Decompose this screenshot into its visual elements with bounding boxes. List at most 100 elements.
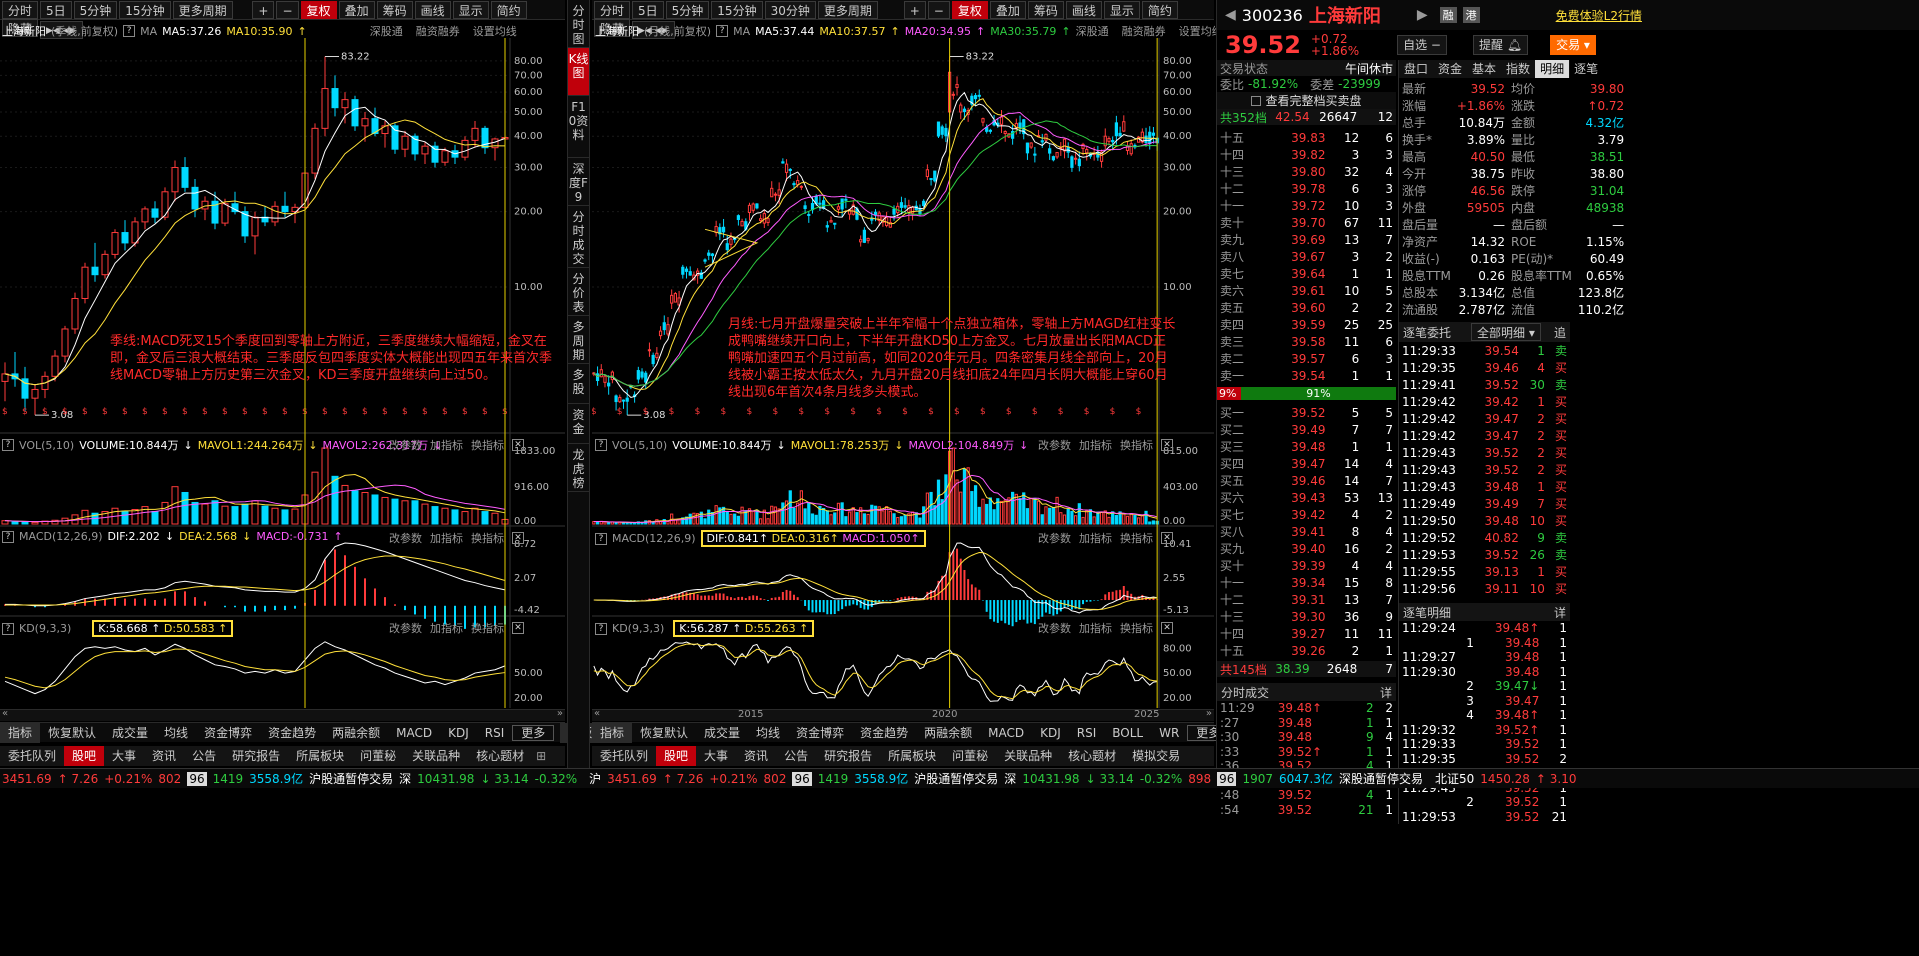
edit-params-link[interactable]: 改参数	[389, 437, 422, 453]
quote-tab-2[interactable]: 基本	[1467, 60, 1501, 78]
tab-events[interactable]: 大事	[104, 746, 144, 766]
more-periods-button[interactable]: 更多周期	[817, 1, 878, 19]
simple-button[interactable]: 简约	[1141, 1, 1178, 19]
period-5min[interactable]: 5分钟	[73, 1, 118, 19]
add-indicator-link[interactable]: 加指标	[430, 530, 463, 546]
zoom-out-button[interactable]: −	[927, 1, 950, 19]
zoom-in-button[interactable]: +	[903, 1, 926, 19]
l2-trial-link[interactable]: 免费体验L2行情	[1556, 7, 1642, 24]
buy-row[interactable]: 十一 39.34 15 8	[1217, 574, 1396, 591]
display-button[interactable]: 显示	[452, 1, 489, 19]
tab-sector[interactable]: 所属板块	[288, 746, 352, 766]
tab-indicator[interactable]: 指标	[592, 722, 633, 743]
buy-row[interactable]: 买六 39.43 53 13	[1217, 489, 1396, 506]
tab-news[interactable]: 资讯	[144, 746, 184, 766]
tab-research[interactable]: 研究报告	[224, 746, 288, 766]
tab-ma[interactable]: 均线	[156, 723, 196, 743]
sell-row[interactable]: 卖一 39.54 1 1	[1217, 367, 1396, 384]
tab-ask-secretary[interactable]: 问董秘	[352, 746, 404, 766]
left-chart-area[interactable]: 80.00 70.00 60.00 50.00 40.00 30.00 20.00 10.00…	[0, 38, 565, 713]
tab-announce[interactable]: 公告	[184, 746, 224, 766]
tab-kdj[interactable]: KDJ	[440, 723, 477, 743]
buy-row[interactable]: 买三 39.48 1 1	[1217, 438, 1396, 455]
change-indicator-link[interactable]: 换指标	[471, 530, 504, 546]
period-15min[interactable]: 15分钟	[711, 1, 763, 19]
help-icon[interactable]: ?	[2, 439, 14, 451]
vtab-multi-stock[interactable]: 多股	[568, 364, 589, 404]
tab-rsi[interactable]: RSI	[1069, 723, 1105, 743]
help-icon[interactable]: ?	[595, 439, 607, 451]
prev-stock-icon[interactable]: ◀	[1225, 7, 1236, 23]
scroll-right-icon[interactable]: »	[557, 708, 563, 719]
fq-button[interactable]: 复权	[300, 1, 337, 19]
sz-index-2[interactable]: 10431.98	[1022, 772, 1079, 786]
tab-margin[interactable]: 两融余额	[916, 723, 980, 743]
right-chart-area[interactable]: 80.00 70.00 60.00 50.00 40.00 30.00 20.00 10.00…	[592, 38, 1214, 713]
add-indicator-link[interactable]: 加指标	[1079, 620, 1112, 636]
expand-icon[interactable]: ⊞	[536, 749, 546, 763]
vtab-price-table[interactable]: 分价表	[568, 268, 589, 316]
edit-params-link[interactable]: 改参数	[1038, 620, 1071, 636]
buy-row[interactable]: 买十 39.39 4 4	[1217, 557, 1396, 574]
help-icon[interactable]: ?	[2, 530, 14, 543]
add-indicator-link[interactable]: 加指标	[1079, 530, 1112, 546]
link-sgt[interactable]: 深股通	[1076, 23, 1109, 39]
close-icon[interactable]: ✕	[512, 439, 524, 451]
vtab-f9[interactable]: 深度F9	[568, 158, 589, 206]
vtab-fund[interactable]: 资金	[568, 404, 589, 444]
vtab-ticks[interactable]: 分时成交	[568, 206, 589, 268]
simple-button[interactable]: 简约	[490, 1, 527, 19]
sell-row[interactable]: 十二 39.78 6 3	[1217, 180, 1396, 197]
tab-macd[interactable]: MACD	[388, 723, 440, 743]
tab-volume[interactable]: 成交量	[696, 723, 748, 743]
tab-macd[interactable]: MACD	[980, 723, 1032, 743]
change-indicator-link[interactable]: 换指标	[1120, 437, 1153, 453]
scroll-right-icon[interactable]: »	[1206, 708, 1212, 719]
watchlist-button[interactable]: 自选 −	[1397, 35, 1447, 55]
buy-row[interactable]: 买五 39.46 14 7	[1217, 472, 1396, 489]
sell-row[interactable]: 十四 39.82 3 3	[1217, 146, 1396, 163]
trade-button[interactable]: 交易 ▾	[1550, 35, 1596, 55]
close-icon[interactable]: ✕	[1161, 439, 1173, 451]
chips-button[interactable]: 筹码	[376, 1, 413, 19]
chips-button[interactable]: 筹码	[1027, 1, 1064, 19]
tab-fund-game[interactable]: 资金博弈	[788, 723, 852, 743]
left-h-scrollbar[interactable]: « »	[0, 708, 565, 721]
tab-order-queue[interactable]: 委托队列	[592, 746, 656, 766]
help-icon[interactable]: ?	[595, 532, 607, 545]
tab-sector[interactable]: 所属板块	[880, 746, 944, 766]
vtab-minute[interactable]: 分时图	[568, 0, 589, 48]
sell-row[interactable]: 十三 39.80 32 4	[1217, 163, 1396, 180]
period-5min[interactable]: 5分钟	[665, 1, 710, 19]
sell-row[interactable]: 卖七 39.64 1 1	[1217, 265, 1396, 282]
tab-related[interactable]: 关联品种	[996, 746, 1060, 766]
zbmx-detail-button[interactable]: 详	[1554, 604, 1566, 621]
tab-kdj[interactable]: KDJ	[1032, 723, 1069, 743]
help-icon[interactable]: ?	[716, 25, 729, 37]
edit-params-link[interactable]: 改参数	[389, 620, 422, 636]
add-indicator-link[interactable]: 加指标	[430, 437, 463, 453]
alert-button[interactable]: 提醒 🔔︎	[1472, 35, 1529, 55]
draw-line-button[interactable]: 画线	[414, 1, 451, 19]
add-indicator-link[interactable]: 加指标	[430, 620, 463, 636]
quote-tab-1[interactable]: 资金	[1433, 60, 1467, 78]
zbwt-chase-button[interactable]: 追	[1554, 324, 1566, 341]
tab-ask-secretary[interactable]: 问董秘	[944, 746, 996, 766]
draw-line-button[interactable]: 画线	[1065, 1, 1102, 19]
ticks-detail-button[interactable]: 详	[1380, 684, 1392, 701]
quote-tab-0[interactable]: 盘口	[1399, 60, 1433, 78]
change-indicator-link[interactable]: 换指标	[1120, 530, 1153, 546]
close-icon[interactable]: ✕	[1161, 532, 1173, 544]
period-minute[interactable]: 分时	[594, 1, 631, 19]
link-margin[interactable]: 融资融券	[416, 23, 460, 39]
fq-button[interactable]: 复权	[951, 1, 988, 19]
buy-row[interactable]: 买九 39.40 16 2	[1217, 540, 1396, 557]
tab-restore[interactable]: 恢复默认	[40, 723, 104, 743]
scroll-left-icon[interactable]: «	[2, 708, 8, 719]
sh-index[interactable]: 3451.69	[2, 772, 52, 786]
scroll-left-icon[interactable]: «	[594, 708, 600, 719]
tab-boll[interactable]: BOLL	[1104, 723, 1151, 743]
tab-fund-trend[interactable]: 资金趋势	[260, 723, 324, 743]
tab-news[interactable]: 资讯	[736, 746, 776, 766]
tab-sim-trade[interactable]: 模拟交易	[1124, 746, 1188, 766]
